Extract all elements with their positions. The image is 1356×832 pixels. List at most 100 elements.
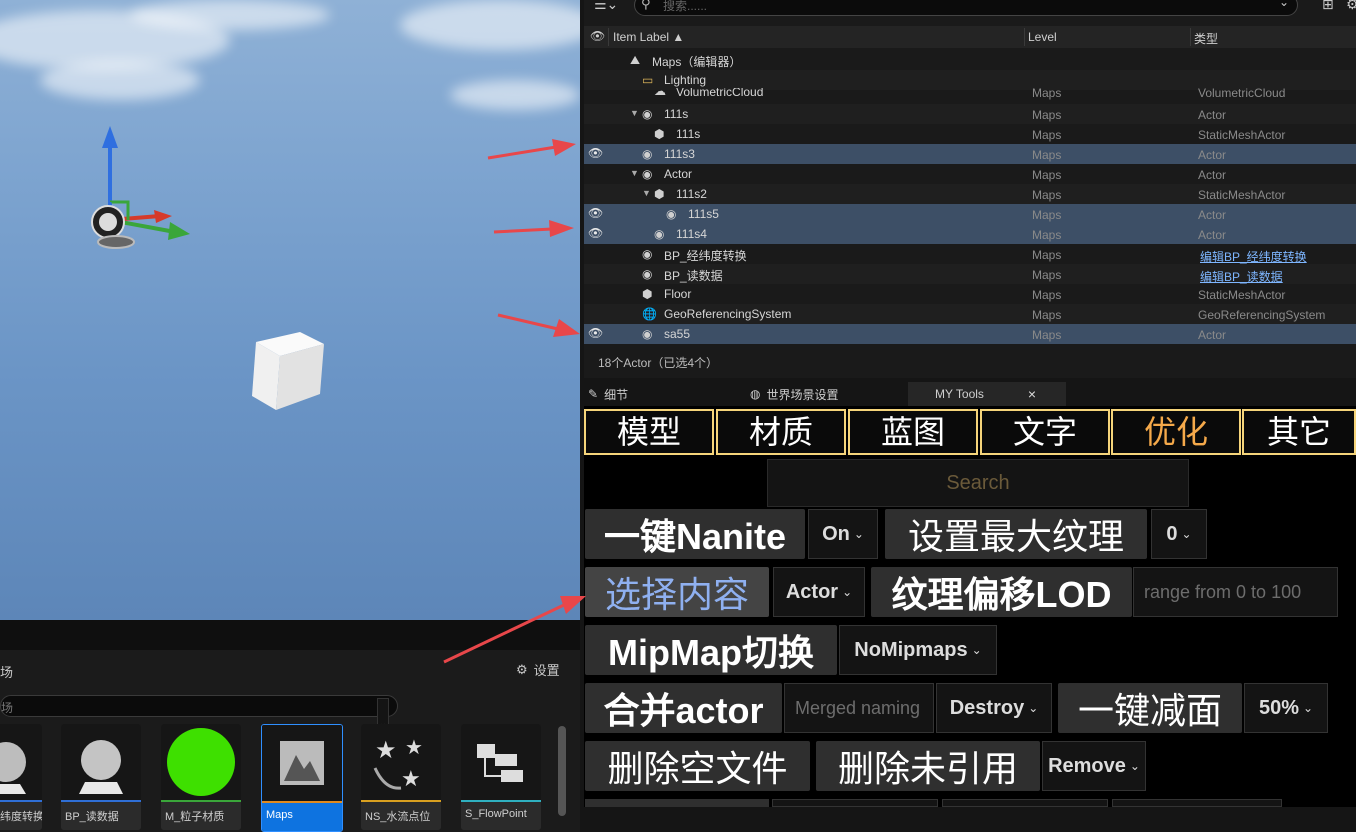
row-type: Actor: [1198, 328, 1227, 342]
max-texture-dropdown[interactable]: 0 ⌄: [1151, 509, 1207, 559]
asset-tile[interactable]: S_FlowPoint: [461, 724, 541, 830]
actor-icon: ◉: [642, 267, 653, 281]
asset-tile[interactable]: M_粒子材质: [161, 724, 241, 830]
asset-tile[interactable]: BP_读数据: [61, 724, 141, 830]
chevron-down-icon: ⌄: [842, 585, 853, 599]
delete-empty-folders-button[interactable]: 删除空文件: [585, 741, 810, 791]
merge-actor-button[interactable]: 合并actor: [585, 683, 782, 733]
nanite-dropdown[interactable]: On ⌄: [808, 509, 878, 559]
tab-world-settings[interactable]: ◍ 世界场景设置: [750, 382, 900, 406]
outliner-row-selected[interactable]: 👁 ◉ 111s3 Maps Actor: [584, 144, 1356, 164]
column-item-label[interactable]: Item Label ▲: [613, 30, 684, 44]
asset-tile[interactable]: 纬度转换: [0, 724, 42, 830]
delete-dropdown[interactable]: Remove ⌄: [1042, 741, 1146, 791]
outliner-row[interactable]: ⬢ Floor Maps StaticMeshActor: [584, 284, 1356, 304]
expand-arrow-icon[interactable]: ▼: [630, 108, 639, 118]
cube-mesh[interactable]: [248, 328, 328, 412]
gear-icon: ⚙: [516, 661, 528, 677]
select-content-button[interactable]: 选择内容: [585, 567, 769, 617]
row-name: 111s5: [688, 207, 719, 221]
category-model[interactable]: 模型: [584, 409, 714, 455]
column-level[interactable]: Level: [1028, 30, 1057, 44]
cut-off-input[interactable]: [772, 799, 938, 807]
dropdown-value: Actor: [785, 580, 839, 603]
edit-blueprint-link[interactable]: 编辑BP_经纬度转换: [1200, 248, 1307, 265]
outliner-row[interactable]: ▼ ⬢ 111s2 Maps StaticMeshActor: [584, 184, 1356, 204]
cut-off-button[interactable]: [585, 799, 769, 807]
mipmap-button[interactable]: MipMap切换: [585, 625, 837, 675]
eye-icon[interactable]: 👁: [588, 226, 603, 240]
actor-icon: ◉: [642, 167, 653, 181]
tab-details[interactable]: ✎ 细节: [588, 382, 738, 406]
merged-naming-input[interactable]: Merged naming: [784, 683, 934, 733]
outliner-row[interactable]: ◉ BP_经纬度转换 Maps 编辑BP_经纬度转换: [584, 244, 1356, 264]
panel-tab-bar: ✎ 细节 ◍ 世界场景设置 MY Tools ×: [584, 382, 1356, 406]
chevron-down-icon[interactable]: ⌄: [1279, 0, 1289, 9]
max-texture-button[interactable]: 设置最大纹理: [885, 509, 1147, 559]
outliner-row[interactable]: ☁ VolumetricCloud Maps VolumetricCloud: [584, 88, 1356, 102]
asset-label: S_FlowPoint: [461, 802, 541, 830]
asset-tile-selected[interactable]: Maps: [261, 724, 343, 832]
mipmap-dropdown[interactable]: NoMipmaps ⌄: [839, 625, 997, 675]
add-folder-icon[interactable]: ⊞: [1322, 0, 1334, 13]
outliner-search-input[interactable]: ⚲ 搜索...... ⌄: [634, 0, 1298, 16]
outliner-row[interactable]: 🌐 GeoReferencingSystem Maps GeoReferenci…: [584, 304, 1356, 324]
eye-icon[interactable]: 👁: [588, 146, 603, 160]
row-type: Actor: [1198, 148, 1227, 162]
outliner-row[interactable]: ▼ ◉ 111s Maps Actor: [584, 104, 1356, 124]
eye-icon[interactable]: 👁: [590, 29, 605, 43]
category-optimize[interactable]: 优化: [1111, 409, 1241, 455]
reduce-mesh-button[interactable]: 一键减面: [1058, 683, 1242, 733]
category-text[interactable]: 文字: [980, 409, 1110, 455]
content-browser-scrollbar[interactable]: [558, 726, 566, 816]
category-material[interactable]: 材质: [716, 409, 846, 455]
texture-lod-button[interactable]: 纹理偏移LOD: [871, 567, 1132, 617]
reduce-dropdown[interactable]: 50% ⌄: [1244, 683, 1328, 733]
outliner-row-selected[interactable]: 👁 ◉ sa55 Maps Actor: [584, 324, 1356, 344]
filter-icon[interactable]: ☰⌄: [594, 0, 618, 13]
outliner-row[interactable]: ▼ ◉ Actor Maps Actor: [584, 164, 1356, 184]
tab-label: MY Tools: [935, 387, 984, 401]
expand-arrow-icon[interactable]: ▼: [642, 188, 651, 198]
cut-off-input[interactable]: [942, 799, 1108, 807]
select-content-dropdown[interactable]: Actor ⌄: [773, 567, 865, 617]
asset-tile[interactable]: ★ ★ ★ NS_水流点位: [361, 724, 441, 830]
lod-range-input[interactable]: range from 0 to 100: [1133, 567, 1338, 617]
cut-off-input[interactable]: [1112, 799, 1282, 807]
category-other[interactable]: 其它: [1242, 409, 1356, 455]
eye-icon[interactable]: 👁: [588, 206, 603, 220]
merge-dropdown[interactable]: Destroy ⌄: [936, 683, 1052, 733]
row-name: 111s2: [676, 187, 707, 201]
eye-icon[interactable]: 👁: [588, 326, 603, 340]
tools-search-input[interactable]: Search: [767, 459, 1189, 507]
row-name: 111s: [664, 107, 689, 121]
row-type: VolumetricCloud: [1198, 88, 1286, 100]
outliner-row[interactable]: ⬢ 111s Maps StaticMeshActor: [584, 124, 1356, 144]
close-icon[interactable]: ×: [1028, 386, 1036, 402]
tab-my-tools[interactable]: MY Tools ×: [908, 382, 1066, 406]
settings-button[interactable]: ⚙ 设置: [516, 660, 560, 679]
chevron-down-icon: ⌄: [971, 643, 982, 657]
transform-gizmo[interactable]: [80, 120, 200, 260]
category-blueprint[interactable]: 蓝图: [848, 409, 978, 455]
actor-icon: ◉: [642, 247, 653, 261]
outliner-row-selected[interactable]: 👁 ◉ 111s5 Maps Actor: [584, 204, 1356, 224]
content-search-input[interactable]: 场 ⌄: [0, 695, 398, 748]
row-type: StaticMeshActor: [1198, 188, 1286, 202]
row-type: Actor: [1198, 168, 1227, 182]
column-type[interactable]: 类型: [1194, 30, 1218, 47]
svg-text:★: ★: [401, 766, 421, 791]
svg-text:★: ★: [405, 737, 423, 759]
level-viewport[interactable]: [0, 0, 580, 620]
gear-icon[interactable]: ⚙: [1346, 0, 1356, 13]
outliner-row[interactable]: ▭ Lighting: [584, 70, 1356, 90]
outliner-row[interactable]: ⛰ Maps（编辑器）: [584, 50, 1356, 70]
nanite-button[interactable]: 一键Nanite: [585, 509, 805, 559]
row-type: StaticMeshActor: [1198, 288, 1286, 302]
delete-unreferenced-button[interactable]: 删除未引用: [816, 741, 1040, 791]
outliner-row[interactable]: ◉ BP_读数据 Maps 编辑BP_读数据: [584, 264, 1356, 284]
edit-blueprint-link[interactable]: 编辑BP_读数据: [1200, 268, 1283, 285]
outliner-row-selected[interactable]: 👁 ◉ 111s4 Maps Actor: [584, 224, 1356, 244]
chevron-down-icon: ⌄: [1129, 759, 1140, 773]
expand-arrow-icon[interactable]: ▼: [630, 168, 639, 178]
